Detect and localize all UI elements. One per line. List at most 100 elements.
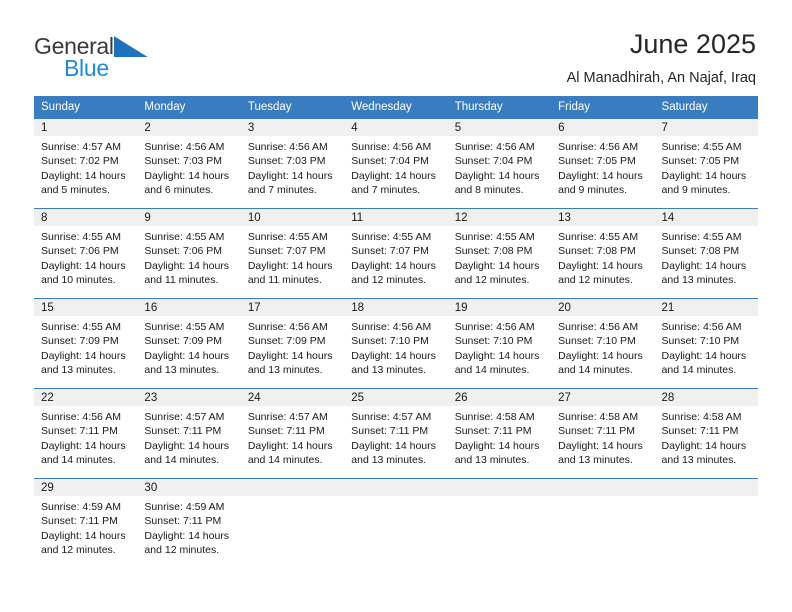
page-title: June 2025 xyxy=(629,29,756,59)
daylight-text-line1: Daylight: 14 hours xyxy=(661,169,747,182)
day-number: 13 xyxy=(551,209,655,226)
calendar-day-cell[interactable]: 13 Sunrise: 4:55 AM Sunset: 7:08 PM Dayligh… xyxy=(551,208,655,299)
sunrise-text: Sunrise: 4:57 AM xyxy=(247,411,328,423)
sunrise-text: Sunrise: 4:56 AM xyxy=(558,321,639,333)
day-details: Sunrise: 4:55 AM Sunset: 7:05 PM Daylight:… xyxy=(655,136,758,198)
weekday-header-saturday: Saturday xyxy=(654,96,758,119)
sunset-text: Sunset: 7:11 PM xyxy=(558,425,635,438)
weekday-header-friday: Friday xyxy=(551,96,655,119)
calendar-day-cell-empty xyxy=(240,478,345,571)
daylight-text-line2: and 13 minutes. xyxy=(351,364,426,377)
daylight-text-line1: Daylight: 14 hours xyxy=(558,169,643,182)
calendar-day-cell[interactable]: 9 Sunrise: 4:55 AM Sunset: 7:06 PM Daylight… xyxy=(137,208,241,299)
calendar-day-cell[interactable]: 7 Sunrise: 4:55 AM Sunset: 7:05 PM Daylight… xyxy=(654,118,758,209)
calendar-day-cell[interactable]: 28 Sunrise: 4:58 AM Sunset: 7:11 PM Dayligh… xyxy=(654,388,758,479)
calendar-day-cell[interactable]: 29 Sunrise: 4:59 AM Sunset: 7:11 PM Dayligh… xyxy=(34,478,138,571)
calendar-day-cell[interactable]: 11 Sunrise: 4:55 AM Sunset: 7:07 PM Dayligh… xyxy=(344,208,448,299)
daylight-text-line1: Daylight: 14 hours xyxy=(558,349,643,362)
day-details: Sunrise: 4:59 AM Sunset: 7:11 PM Daylight:… xyxy=(137,496,240,558)
calendar-day-cell[interactable]: 1 Sunrise: 4:57 AM Sunset: 7:02 PM Daylight… xyxy=(34,118,138,209)
calendar-day-cell[interactable]: 10 Sunrise: 4:55 AM Sunset: 7:07 PM Dayligh… xyxy=(240,208,345,299)
daylight-text-line2: and 12 minutes. xyxy=(41,544,116,557)
daylight-text-line1: Daylight: 14 hours xyxy=(661,349,747,362)
sunrise-text: Sunrise: 4:58 AM xyxy=(454,411,535,423)
daylight-text-line1: Daylight: 14 hours xyxy=(144,349,230,362)
day-details: Sunrise: 4:55 AM Sunset: 7:06 PM Daylight:… xyxy=(137,226,240,288)
calendar-header-row: Sunday Monday Tuesday Wednesday Thursday… xyxy=(34,96,758,119)
calendar-day-cell[interactable]: 22 Sunrise: 4:56 AM Sunset: 7:11 PM Dayligh… xyxy=(34,388,138,479)
daylight-text-line2: and 13 minutes. xyxy=(661,274,737,287)
sunset-text: Sunset: 7:11 PM xyxy=(144,425,222,438)
daylight-text-line1: Daylight: 14 hours xyxy=(247,169,333,182)
sunset-text: Sunset: 7:08 PM xyxy=(454,245,533,258)
sunset-text: Sunset: 7:11 PM xyxy=(144,515,222,528)
calendar-day-cell-empty xyxy=(447,478,552,571)
sunrise-text: Sunrise: 4:56 AM xyxy=(661,321,742,333)
day-details: Sunrise: 4:55 AM Sunset: 7:06 PM Daylight:… xyxy=(34,226,137,288)
sunset-text: Sunset: 7:03 PM xyxy=(247,155,326,168)
daylight-text-line2: and 6 minutes. xyxy=(144,184,214,197)
calendar-day-cell[interactable]: 15 Sunrise: 4:55 AM Sunset: 7:09 PM Dayligh… xyxy=(34,298,138,389)
calendar-week-row: 8 Sunrise: 4:55 AM Sunset: 7:06 PM Daylight… xyxy=(34,208,758,299)
day-number: 3 xyxy=(240,119,345,136)
calendar-day-cell-empty xyxy=(551,478,655,571)
calendar-day-cell[interactable]: 5 Sunrise: 4:56 AM Sunset: 7:04 PM Daylight… xyxy=(447,118,552,209)
calendar-day-cell[interactable]: 8 Sunrise: 4:55 AM Sunset: 7:06 PM Daylight… xyxy=(34,208,138,299)
daylight-text-line1: Daylight: 14 hours xyxy=(41,529,126,542)
title-block: June 2025 Al Manadhirah, An Najaf, Iraq xyxy=(567,28,756,88)
calendar-day-cell[interactable]: 21 Sunrise: 4:56 AM Sunset: 7:10 PM Dayligh… xyxy=(654,298,758,389)
calendar-day-cell[interactable]: 20 Sunrise: 4:56 AM Sunset: 7:10 PM Dayligh… xyxy=(551,298,655,389)
daylight-text-line1: Daylight: 14 hours xyxy=(144,439,230,452)
day-details: Sunrise: 4:56 AM Sunset: 7:09 PM Daylight:… xyxy=(241,316,344,378)
day-number: 17 xyxy=(240,299,345,316)
calendar-day-cell[interactable]: 24 Sunrise: 4:57 AM Sunset: 7:11 PM Dayligh… xyxy=(240,388,345,479)
calendar-day-cell[interactable]: 30 Sunrise: 4:59 AM Sunset: 7:11 PM Dayligh… xyxy=(137,478,241,571)
day-details: Sunrise: 4:55 AM Sunset: 7:08 PM Daylight:… xyxy=(551,226,654,288)
calendar-day-cell[interactable]: 17 Sunrise: 4:56 AM Sunset: 7:09 PM Dayligh… xyxy=(240,298,345,389)
day-number: 9 xyxy=(137,209,241,226)
sunset-text: Sunset: 7:02 PM xyxy=(41,155,119,168)
calendar-day-cell[interactable]: 23 Sunrise: 4:57 AM Sunset: 7:11 PM Dayligh… xyxy=(137,388,241,479)
calendar-day-cell[interactable]: 4 Sunrise: 4:56 AM Sunset: 7:04 PM Daylight… xyxy=(344,118,448,209)
sunset-text: Sunset: 7:11 PM xyxy=(41,515,118,528)
day-number: 8 xyxy=(34,209,138,226)
calendar-day-cell[interactable]: 6 Sunrise: 4:56 AM Sunset: 7:05 PM Daylight… xyxy=(551,118,655,209)
calendar-day-cell[interactable]: 18 Sunrise: 4:56 AM Sunset: 7:10 PM Dayligh… xyxy=(344,298,448,389)
sunrise-text: Sunrise: 4:56 AM xyxy=(247,141,328,153)
weekday-header-wednesday: Wednesday xyxy=(344,96,448,119)
calendar-day-cell[interactable]: 25 Sunrise: 4:57 AM Sunset: 7:11 PM Dayligh… xyxy=(344,388,448,479)
sunrise-text: Sunrise: 4:56 AM xyxy=(351,321,432,333)
calendar-day-cell[interactable]: 2 Sunrise: 4:56 AM Sunset: 7:03 PM Daylight… xyxy=(137,118,241,209)
calendar-day-cell[interactable]: 3 Sunrise: 4:56 AM Sunset: 7:03 PM Daylight… xyxy=(240,118,345,209)
sunrise-text: Sunrise: 4:58 AM xyxy=(558,411,639,423)
day-details: Sunrise: 4:56 AM Sunset: 7:11 PM Daylight:… xyxy=(34,406,137,468)
calendar-day-cell[interactable]: 16 Sunrise: 4:55 AM Sunset: 7:09 PM Dayligh… xyxy=(137,298,241,389)
day-details: Sunrise: 4:58 AM Sunset: 7:11 PM Daylight:… xyxy=(448,406,551,468)
sunset-text: Sunset: 7:05 PM xyxy=(661,155,740,168)
daylight-text-line2: and 9 minutes. xyxy=(558,184,627,197)
daylight-text-line2: and 13 minutes. xyxy=(41,364,116,377)
day-number: 22 xyxy=(34,389,138,406)
day-number: 6 xyxy=(551,119,655,136)
sunset-text: Sunset: 7:10 PM xyxy=(454,335,533,348)
daylight-text-line2: and 12 minutes. xyxy=(454,274,530,287)
daylight-text-line1: Daylight: 14 hours xyxy=(41,439,126,452)
sunrise-text: Sunrise: 4:59 AM xyxy=(41,501,121,513)
calendar-day-cell[interactable]: 19 Sunrise: 4:56 AM Sunset: 7:10 PM Dayligh… xyxy=(447,298,552,389)
sunrise-text: Sunrise: 4:55 AM xyxy=(661,141,742,153)
calendar-day-cell[interactable]: 27 Sunrise: 4:58 AM Sunset: 7:11 PM Dayligh… xyxy=(551,388,655,479)
sunrise-text: Sunrise: 4:59 AM xyxy=(144,501,225,513)
day-details: Sunrise: 4:56 AM Sunset: 7:10 PM Daylight:… xyxy=(448,316,551,378)
day-number: 5 xyxy=(447,119,552,136)
calendar-day-cell[interactable]: 12 Sunrise: 4:55 AM Sunset: 7:08 PM Dayligh… xyxy=(447,208,552,299)
calendar-day-cell[interactable]: 26 Sunrise: 4:58 AM Sunset: 7:11 PM Dayligh… xyxy=(447,388,552,479)
sunset-text: Sunset: 7:11 PM xyxy=(454,425,532,438)
sunset-text: Sunset: 7:05 PM xyxy=(558,155,636,168)
sunset-text: Sunset: 7:11 PM xyxy=(661,425,739,438)
general-blue-logo[interactable]: General Blue xyxy=(34,28,148,80)
day-details: Sunrise: 4:57 AM Sunset: 7:11 PM Daylight:… xyxy=(241,406,344,468)
sunset-text: Sunset: 7:10 PM xyxy=(558,335,636,348)
calendar-day-cell[interactable]: 14 Sunrise: 4:55 AM Sunset: 7:08 PM Dayligh… xyxy=(654,208,758,299)
sunset-text: Sunset: 7:10 PM xyxy=(351,335,429,348)
daylight-text-line2: and 12 minutes. xyxy=(351,274,426,287)
